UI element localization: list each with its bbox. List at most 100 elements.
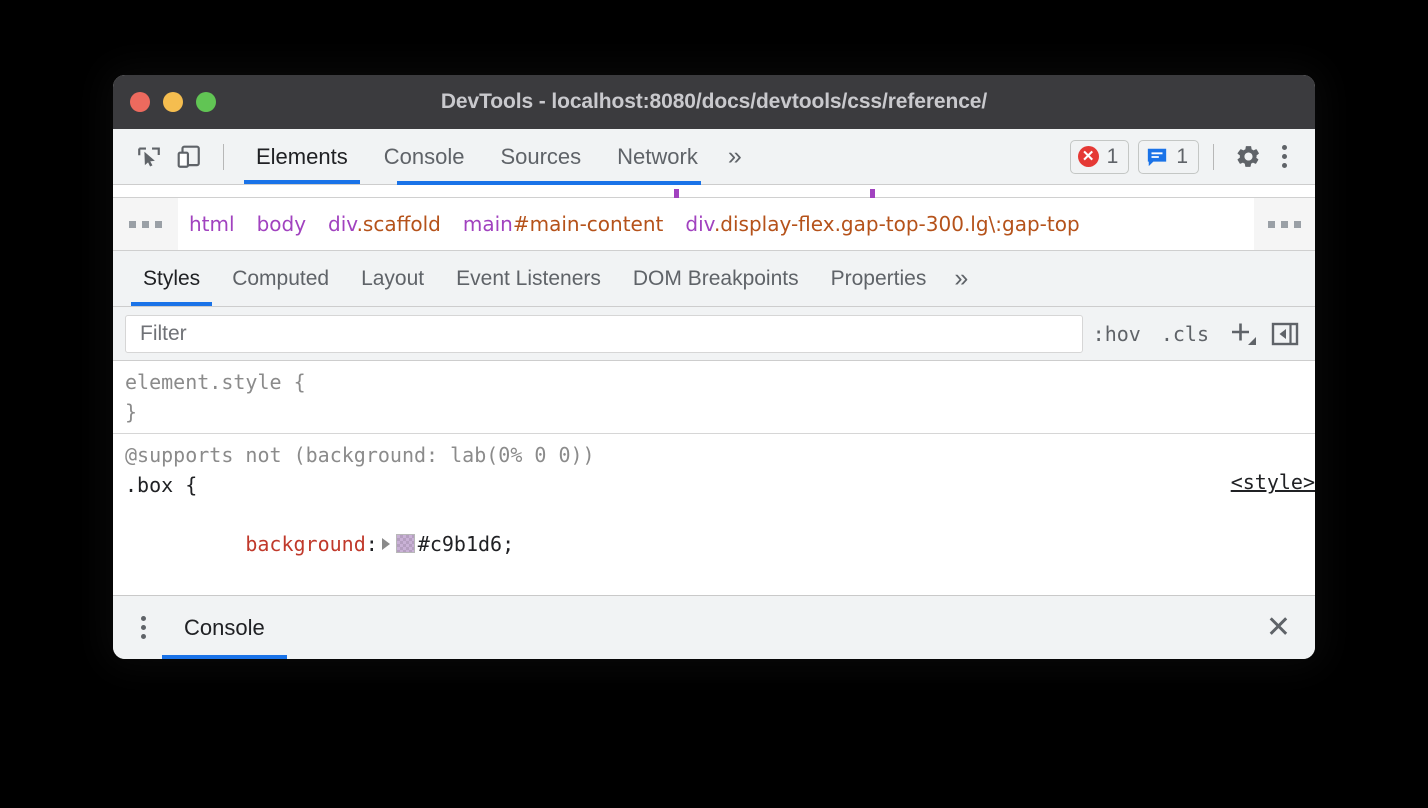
style-source-link[interactable]: <style> <box>1231 470 1315 494</box>
drawer-kebab-dot-3 <box>141 634 146 639</box>
declaration-colon: : <box>366 532 378 556</box>
toolbar-divider <box>223 144 224 170</box>
overflow-dot-2 <box>142 221 149 228</box>
tab-layout-label: Layout <box>361 267 424 291</box>
rule-box[interactable]: @supports not (background: lab(0% 0 0)) … <box>113 433 1315 588</box>
tab-styles[interactable]: Styles <box>127 251 216 306</box>
toggle-sidebar-glyph <box>1270 319 1300 349</box>
breadcrumb-item-html[interactable]: html <box>178 212 246 236</box>
rule-selector[interactable]: .box { <box>125 471 1315 501</box>
tab-sources[interactable]: Sources <box>482 129 599 184</box>
gear-glyph <box>1235 143 1262 170</box>
tab-network[interactable]: Network <box>599 129 716 184</box>
drawer-tab-console-label: Console <box>184 615 265 641</box>
panel-tab-list: Elements Console Sources Network » <box>238 129 754 184</box>
dom-tree-scrolled-remnant <box>113 185 1315 198</box>
declaration-value[interactable]: #c9b1d6; <box>418 532 514 556</box>
elements-tab-underline <box>397 181 701 185</box>
tab-styles-label: Styles <box>143 267 200 291</box>
breadcrumb-overflow-left[interactable] <box>113 198 178 250</box>
search-input[interactable]: Filter <box>125 315 1083 353</box>
plus-icon <box>1226 317 1260 351</box>
drawer-kebab-menu-icon[interactable] <box>125 616 162 639</box>
close-window-button[interactable] <box>130 92 150 112</box>
toggle-element-state-button[interactable]: :hov <box>1083 322 1151 346</box>
tab-elements-label: Elements <box>256 144 348 170</box>
styles-pane-tab-list: Styles Computed Layout Event Listeners D… <box>113 251 1315 307</box>
tab-elements[interactable]: Elements <box>238 129 366 184</box>
color-swatch[interactable] <box>396 534 415 553</box>
declaration-background[interactable]: background: #c9b1d6; <box>125 500 1315 588</box>
tab-properties[interactable]: Properties <box>815 251 943 306</box>
breadcrumb-class: #main-content <box>513 212 664 236</box>
drawer-kebab-dot-2 <box>141 625 146 630</box>
kebab-menu-icon[interactable] <box>1268 145 1301 168</box>
close-drawer-button[interactable]: ✕ <box>1258 613 1299 643</box>
breadcrumb: html body div.scaffold main#main-content… <box>113 198 1315 251</box>
drawer-tab-console[interactable]: Console <box>162 596 287 659</box>
tab-event-listeners[interactable]: Event Listeners <box>440 251 617 306</box>
overflow-dot-3 <box>1294 221 1301 228</box>
tab-network-label: Network <box>617 144 698 170</box>
toolbar-right-group: ✕ 1 1 <box>1061 137 1301 177</box>
tab-event-listeners-label: Event Listeners <box>456 267 601 291</box>
toggle-computed-sidebar-icon[interactable] <box>1265 314 1305 354</box>
search-input-placeholder: Filter <box>140 322 187 346</box>
tab-dom-breakpoints[interactable]: DOM Breakpoints <box>617 251 815 306</box>
devtools-window: DevTools - localhost:8080/docs/devtools/… <box>113 75 1315 659</box>
inspect-cursor-icon[interactable] <box>129 137 169 177</box>
breadcrumb-tag: body <box>257 212 306 236</box>
breadcrumb-item-div-display-flex[interactable]: div.display-flex.gap-top-300.lg\:gap-top <box>674 212 1090 236</box>
breadcrumb-item-body[interactable]: body <box>246 212 317 236</box>
rule-at-supports: @supports not (background: lab(0% 0 0)) <box>125 441 1315 471</box>
more-sidebar-tabs-icon[interactable]: » <box>942 266 980 291</box>
message-count: 1 <box>1176 145 1188 169</box>
message-count-button[interactable]: 1 <box>1138 140 1199 174</box>
tab-computed[interactable]: Computed <box>216 251 345 306</box>
rule-selector[interactable]: element.style { <box>125 368 1315 398</box>
inspect-cursor-glyph <box>136 144 162 170</box>
breadcrumb-tag: div <box>328 212 357 236</box>
overflow-dot-1 <box>1268 221 1275 228</box>
toggle-class-editor-button[interactable]: .cls <box>1151 322 1219 346</box>
kebab-dot-1 <box>1282 145 1287 150</box>
console-drawer: Console ✕ <box>113 595 1315 659</box>
rule-close-brace: } <box>125 398 1315 428</box>
devtools-main-toolbar: Elements Console Sources Network » ✕ 1 <box>113 129 1315 185</box>
error-count: 1 <box>1107 145 1119 169</box>
breadcrumb-tag: html <box>189 212 235 236</box>
tab-properties-label: Properties <box>831 267 927 291</box>
tab-sources-label: Sources <box>500 144 581 170</box>
gear-icon[interactable] <box>1228 137 1268 177</box>
error-count-button[interactable]: ✕ 1 <box>1070 140 1130 174</box>
error-icon: ✕ <box>1078 146 1099 167</box>
more-panels-icon[interactable]: » <box>716 144 754 169</box>
styles-filter-toolbar: Filter :hov .cls <box>113 307 1315 361</box>
overflow-dot-1 <box>129 221 136 228</box>
device-toolbar-glyph <box>176 144 202 170</box>
declaration-property[interactable]: background <box>245 532 365 556</box>
breadcrumb-class: .display-flex.gap-top-300.lg\:gap-top <box>714 212 1080 236</box>
rule-element-style[interactable]: element.style { } <box>113 361 1315 433</box>
drawer-kebab-dot-1 <box>141 616 146 621</box>
maximize-window-button[interactable] <box>196 92 216 112</box>
breadcrumb-class: .scaffold <box>357 212 441 236</box>
tab-layout[interactable]: Layout <box>345 251 440 306</box>
expand-color-disclosure-icon[interactable] <box>382 538 390 550</box>
device-toolbar-icon[interactable] <box>169 137 209 177</box>
overflow-dot-3 <box>155 221 162 228</box>
breadcrumb-tag: div <box>685 212 714 236</box>
kebab-dot-3 <box>1282 163 1287 168</box>
overflow-dot-2 <box>1281 221 1288 228</box>
window-title: DevTools - localhost:8080/docs/devtools/… <box>113 90 1315 114</box>
traffic-light-buttons <box>130 92 216 112</box>
breadcrumb-overflow-right[interactable] <box>1254 198 1315 250</box>
new-style-rule-button[interactable] <box>1223 314 1263 354</box>
breadcrumb-item-main-content[interactable]: main#main-content <box>452 212 675 236</box>
breadcrumb-item-div-scaffold[interactable]: div.scaffold <box>317 212 452 236</box>
styles-rules-pane: element.style { } @supports not (backgro… <box>113 361 1315 588</box>
tab-console[interactable]: Console <box>366 129 483 184</box>
tab-console-label: Console <box>384 144 465 170</box>
minimize-window-button[interactable] <box>163 92 183 112</box>
tab-dom-breakpoints-label: DOM Breakpoints <box>633 267 799 291</box>
